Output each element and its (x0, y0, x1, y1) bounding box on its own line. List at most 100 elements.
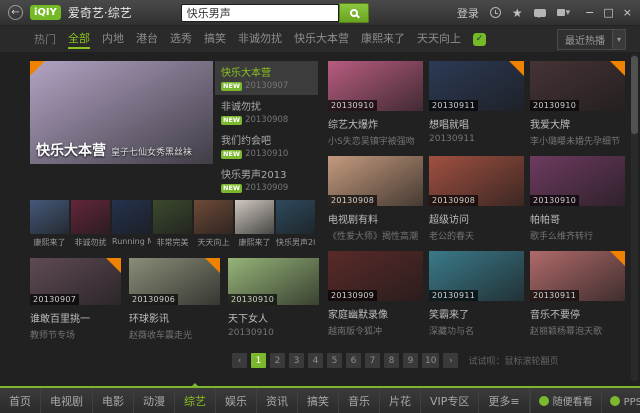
video-card[interactable]: 20130908电视剧有料《性爱大师》揭性高潮 (328, 156, 423, 242)
video-card[interactable]: 20130906环球影讯赵薇收车震走光 (129, 258, 220, 341)
date-overlay: 20130910 (530, 100, 579, 111)
footer-item[interactable]: 电影 (93, 388, 134, 413)
close-button[interactable]: × (623, 7, 632, 18)
episode-item[interactable]: 我们约会吧NEW20130910 (215, 129, 318, 163)
search-input[interactable] (181, 4, 339, 22)
new-badge: NEW (221, 150, 242, 159)
message-icon[interactable] (534, 9, 546, 17)
episode-item[interactable]: 非诚勿扰NEW20130908 (215, 95, 318, 129)
video-thumbnail: 20130911 (429, 61, 524, 111)
back-icon[interactable]: ← (8, 5, 23, 20)
page-button[interactable]: 10 (422, 353, 439, 368)
prev-page-button[interactable]: ‹ (232, 353, 247, 368)
video-subtitle: 赵薇收车震走光 (129, 328, 220, 341)
page-button[interactable]: 1 (251, 353, 266, 368)
filter-item[interactable]: 搞笑 (204, 30, 226, 49)
featured-section: 快乐大本营 皇子七仙女秀黑丝袜 快乐大本营NEW20130907非诚勿扰NEW2… (30, 61, 318, 341)
page-button[interactable]: 4 (308, 353, 323, 368)
related-item[interactable]: 康熙来了 (235, 200, 274, 248)
video-card[interactable]: 20130911笑霸来了深藏功与名 (429, 251, 524, 337)
page-button[interactable]: 7 (365, 353, 380, 368)
related-label: 快乐男声2013 (276, 237, 315, 248)
favorites-icon[interactable]: ★ (512, 7, 523, 19)
footer-nav-bar: 首页电视剧电影动漫综艺娱乐资讯搞笑音乐片花VIP专区更多≡ 随便看看PPS游戏离… (0, 386, 640, 413)
video-card[interactable]: 20130908超级访问老公的春天 (429, 156, 524, 242)
related-item[interactable]: 天天向上 (194, 200, 233, 248)
featured-ribbon-icon (30, 61, 45, 76)
video-card[interactable]: 20130911想唱就唱20130911 (429, 61, 524, 147)
episode-title: 我们约会吧 (221, 132, 312, 147)
app-title: 爱奇艺·综艺 (68, 4, 132, 21)
login-link[interactable]: 登录 (457, 5, 479, 21)
video-card[interactable]: 20130909家庭幽默录像越南版令狐冲 (328, 251, 423, 337)
skin-menu-icon[interactable]: ▾ (557, 8, 571, 18)
video-thumbnail: 20130910 (228, 258, 319, 305)
scrollbar-thumb[interactable] (631, 56, 638, 134)
filter-item[interactable]: 非诚勿扰 (238, 30, 282, 49)
page-button[interactable]: 8 (384, 353, 399, 368)
footer-item[interactable]: 更多≡ (479, 388, 529, 413)
new-badge: NEW (221, 184, 242, 193)
next-page-button[interactable]: › (443, 353, 458, 368)
video-card[interactable]: 20130910帕帕哥歌手么维齐转行 (530, 156, 625, 242)
footer-item[interactable]: 动漫 (134, 388, 175, 413)
footer-item[interactable]: 电视剧 (41, 388, 93, 413)
footer-item[interactable]: 音乐 (339, 388, 380, 413)
search-button[interactable] (339, 3, 369, 23)
video-title: 家庭幽默录像 (328, 306, 423, 321)
page-button[interactable]: 9 (403, 353, 418, 368)
page-button[interactable]: 2 (270, 353, 285, 368)
episode-item[interactable]: 快乐大本营NEW20130907 (215, 61, 318, 95)
video-card[interactable]: 20130910天下女人20130910 (228, 258, 319, 341)
featured-poster[interactable]: 快乐大本营 皇子七仙女秀黑丝袜 (30, 61, 213, 164)
filter-item[interactable]: 康熙来了 (361, 30, 405, 49)
video-card[interactable]: 20130911音乐不要停赵丽颖杨幂泡天歌 (530, 251, 625, 337)
video-subtitle: 《性爱大师》揭性高潮 (328, 229, 423, 242)
filter-item[interactable]: 全部 (68, 30, 90, 49)
footer-shortcut[interactable]: PPS游戏 (601, 388, 640, 413)
footer-item[interactable]: 首页 (0, 388, 41, 413)
related-thumbnail (112, 200, 151, 234)
filter-item[interactable]: 选秀 (170, 30, 192, 49)
page-button[interactable]: 6 (346, 353, 361, 368)
footer-item[interactable]: 资讯 (257, 388, 298, 413)
new-ribbon-icon (106, 258, 121, 273)
search-icon (350, 9, 358, 17)
filter-toggle-icon[interactable]: ✓ (473, 33, 486, 46)
related-item[interactable]: 非诚勿扰 (71, 200, 110, 248)
video-title: 环球影讯 (129, 310, 220, 325)
filter-item[interactable]: 港台 (136, 30, 158, 49)
history-icon[interactable] (490, 7, 501, 18)
footer-item[interactable]: 片花 (380, 388, 421, 413)
video-thumbnail: 20130910 (530, 61, 625, 111)
footer-nav: 首页电视剧电影动漫综艺娱乐资讯搞笑音乐片花VIP专区更多≡ (0, 388, 530, 413)
scrollbar-track[interactable] (631, 54, 638, 381)
maximize-button[interactable]: □ (603, 7, 613, 18)
pagination-row: ‹12345678910› 试试呗：鼠标滚轮翻页 (30, 353, 624, 368)
footer-item[interactable]: 搞笑 (298, 388, 339, 413)
footer-item[interactable]: VIP专区 (421, 388, 479, 413)
footer-item[interactable]: 娱乐 (216, 388, 257, 413)
video-card[interactable]: 20130907谁敢百里挑一教师节专场 (30, 258, 121, 341)
video-card[interactable]: 20130910综艺大爆炸小S失恋吴镇宇被强吻 (328, 61, 423, 147)
page-button[interactable]: 3 (289, 353, 304, 368)
sort-dropdown[interactable]: 最近热播 ▾ (557, 29, 626, 50)
filter-item[interactable]: 天天向上 (417, 30, 461, 49)
episode-date: 20130909 (245, 183, 288, 193)
video-card[interactable]: 20130910我爱大牌李小璐曝未婚先孕细节 (530, 61, 625, 147)
related-item[interactable]: Running Man (112, 200, 151, 248)
filter-item[interactable]: 内地 (102, 30, 124, 49)
minimize-button[interactable]: − (585, 7, 594, 18)
episode-item[interactable]: 快乐男声2013NEW20130909 (215, 163, 318, 197)
footer-shortcut[interactable]: 随便看看 (530, 388, 601, 413)
date-overlay: 20130909 (328, 290, 377, 301)
related-item[interactable]: 康熙来了 (30, 200, 69, 248)
related-item[interactable]: 快乐男声2013 (276, 200, 315, 248)
video-subtitle: 深藏功与名 (429, 324, 524, 337)
episode-meta: NEW20130908 (221, 115, 312, 125)
video-thumbnail: 20130910 (530, 156, 625, 206)
footer-item[interactable]: 综艺 (175, 388, 216, 413)
page-button[interactable]: 5 (327, 353, 342, 368)
filter-item[interactable]: 快乐大本营 (294, 30, 349, 49)
related-item[interactable]: 非常完美 (153, 200, 192, 248)
